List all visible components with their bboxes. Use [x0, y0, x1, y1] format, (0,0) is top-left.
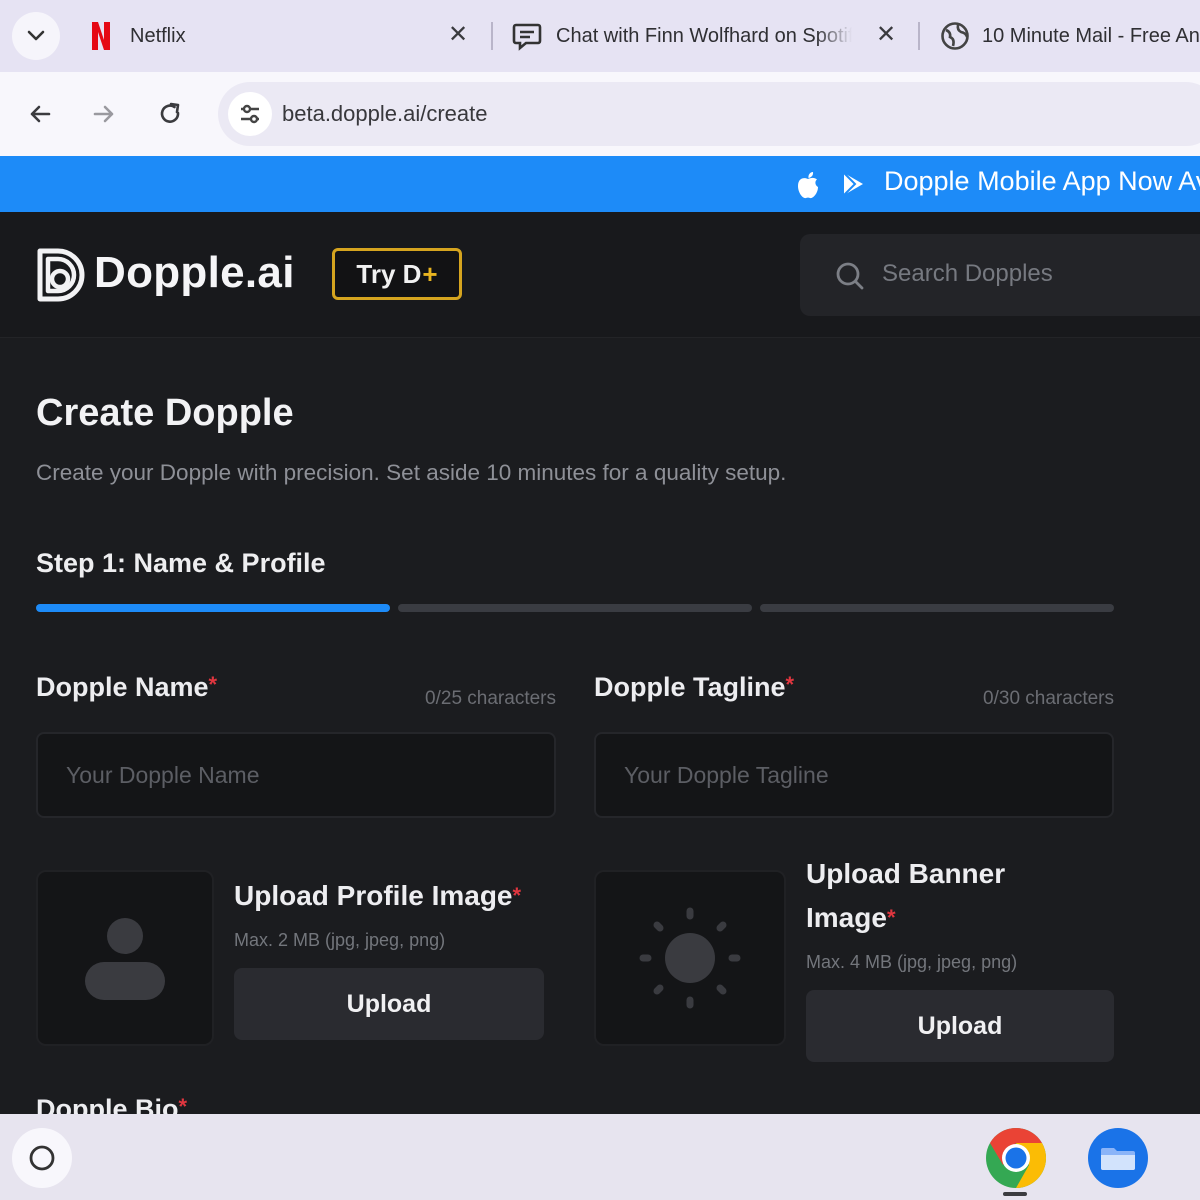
- plus-sparkle-icon: +: [422, 258, 438, 289]
- site-header: Dopple.ai Try D + Search Dopples: [0, 212, 1200, 338]
- tab-title: Chat with Finn Wolfhard on Spotify: [556, 24, 852, 47]
- dopple-name-label: Dopple Name*: [36, 672, 218, 702]
- dopple-bio-label: Dopple Bio*: [36, 1094, 187, 1114]
- browser-toolbar: beta.dopple.ai/create: [0, 72, 1200, 156]
- banner-text: Dopple Mobile App Now Available: [884, 166, 1200, 196]
- upload-banner-title: Upload Banner Image*: [806, 858, 1006, 933]
- required-marker: *: [512, 883, 522, 908]
- running-indicator: [1003, 1192, 1027, 1196]
- chrome-icon: [986, 1128, 1047, 1188]
- apple-icon: [794, 170, 822, 205]
- person-placeholder-icon: [85, 918, 165, 1000]
- reload-button[interactable]: [148, 92, 192, 136]
- logo-text[interactable]: Dopple.ai: [94, 248, 295, 298]
- url-text: beta.dopple.ai/create: [282, 101, 488, 126]
- dopple-logo-icon[interactable]: [34, 246, 90, 309]
- create-dopple-page: Create Dopple Create your Dopple with pr…: [0, 338, 1200, 1114]
- required-marker: *: [886, 905, 896, 930]
- netflix-icon: [84, 19, 118, 53]
- page-subtitle: Create your Dopple with precision. Set a…: [36, 460, 787, 485]
- tune-icon: [241, 104, 259, 124]
- dopple-name-counter: 0/25 characters: [425, 688, 556, 709]
- tab-10-minute-mail[interactable]: 10 Minute Mail - Free Anonymous Temporar…: [940, 8, 1200, 64]
- profile-image-preview[interactable]: [36, 870, 214, 1046]
- tab-title: Netflix: [130, 24, 186, 47]
- chevron-down-icon: [27, 30, 45, 41]
- step-title: Step 1: Name & Profile: [36, 548, 326, 578]
- upload-banner-hint: Max. 4 MB (jpg, jpeg, png): [806, 952, 1018, 972]
- step-progress-3: [760, 604, 1114, 612]
- close-icon[interactable]: ✕: [876, 23, 896, 47]
- required-marker: *: [208, 672, 218, 697]
- tab-netflix[interactable]: Netflix ✕: [84, 8, 484, 64]
- launcher-circle-icon: [29, 1145, 55, 1171]
- dopple-name-input[interactable]: [36, 732, 556, 818]
- search-icon: [834, 260, 866, 297]
- upload-banner-button[interactable]: Upload: [806, 990, 1114, 1062]
- browser-tab-strip: Netflix ✕ Chat with Finn Wolfhard on Spo…: [0, 0, 1200, 72]
- upload-profile-title: Upload Profile Image*: [234, 880, 522, 911]
- upload-profile-button[interactable]: Upload: [234, 968, 544, 1040]
- step-progress-2: [398, 604, 752, 612]
- try-dplus-label: Try D: [356, 258, 422, 289]
- files-icon: [1088, 1128, 1148, 1188]
- sun-placeholder-icon: [639, 907, 741, 1009]
- try-dplus-button[interactable]: Try D +: [332, 248, 462, 300]
- arrow-left-icon: [30, 105, 51, 123]
- required-marker: *: [785, 672, 795, 697]
- banner-image-preview[interactable]: [594, 870, 786, 1046]
- step-progress-1: [36, 604, 390, 612]
- files-app[interactable]: [1086, 1126, 1150, 1190]
- globe-icon: [940, 19, 970, 53]
- dopple-tagline-label: Dopple Tagline*: [594, 672, 795, 702]
- tab-divider: [918, 22, 920, 50]
- required-marker: *: [178, 1094, 188, 1114]
- chrome-app[interactable]: [984, 1126, 1048, 1190]
- back-button[interactable]: [18, 92, 62, 136]
- tab-chat-finn[interactable]: Chat with Finn Wolfhard on Spotify ✕: [510, 8, 910, 64]
- site-info-button[interactable]: [228, 92, 272, 136]
- upload-profile-hint: Max. 2 MB (jpg, jpeg, png): [234, 930, 446, 950]
- forward-button[interactable]: [82, 92, 126, 136]
- dopple-tagline-counter: 0/30 characters: [983, 688, 1114, 709]
- arrow-right-icon: [93, 105, 114, 123]
- address-bar[interactable]: beta.dopple.ai/create: [218, 82, 1200, 146]
- launcher-button[interactable]: [12, 1128, 72, 1188]
- page-title: Create Dopple: [36, 392, 294, 434]
- google-play-icon: [840, 171, 866, 202]
- tab-divider: [491, 22, 493, 50]
- app-promo-banner[interactable]: Dopple Mobile App Now Available: [0, 156, 1200, 212]
- tab-search-button[interactable]: [12, 12, 60, 60]
- dopple-tagline-input[interactable]: [594, 732, 1114, 818]
- search-placeholder: Search Dopples: [882, 260, 1053, 287]
- search-dopples-input[interactable]: Search Dopples: [800, 234, 1200, 316]
- close-icon[interactable]: ✕: [448, 23, 468, 47]
- reload-icon: [160, 102, 180, 123]
- tab-title: 10 Minute Mail - Free Anonymous Temporar…: [982, 24, 1200, 47]
- os-shelf: [0, 1114, 1200, 1200]
- chat-bubble-icon: [510, 19, 544, 53]
